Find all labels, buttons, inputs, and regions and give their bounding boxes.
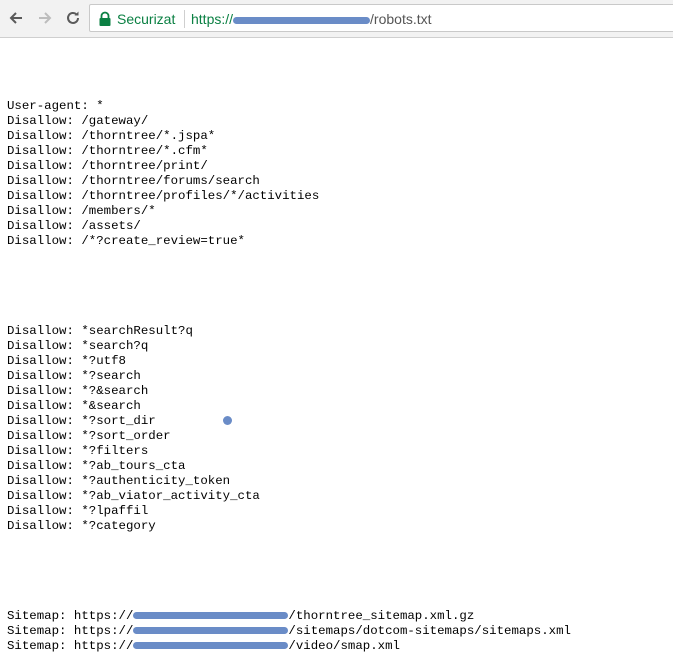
robots-line: Disallow: /thorntree/forums/search [7,174,260,188]
reload-button[interactable] [61,6,85,30]
robots-line: Disallow: *?authenticity_token [7,474,231,488]
robots-line: Disallow: *?lpaffil [7,504,149,518]
url-text[interactable]: https:// /robots.txt [191,11,432,27]
sitemap-path: /sitemaps/dotcom-sitemaps/sitemaps.xml [288,624,571,638]
url-path: /robots.txt [370,11,432,27]
sitemap-line: Sitemap: https:// /video/smap.xml [7,639,571,654]
reload-icon [67,11,79,24]
sitemap-path: /thorntree_sitemap.xml.gz [288,609,475,623]
robots-line: Disallow: /thorntree/*.cfm* [7,144,208,158]
robots-txt-content: User-agent: * Disallow: /gateway/Disallow… [7,69,571,669]
sitemap-line: Sitemap: https:// /sitemaps/dotcom-sitema… [7,624,571,639]
robots-line: User-agent: * [7,99,104,113]
robots-line: Disallow: *?ab_tours_cta [7,459,186,473]
robots-line: Disallow: /thorntree/profiles/*/activiti… [7,189,320,203]
redacted-domain [233,16,371,24]
robots-line: Disallow: *?filters [7,444,149,458]
redacted-domain [133,612,289,620]
rules-block-query: Disallow: *searchResult?q Disallow: *sear… [7,324,571,534]
sitemap-path: /video/smap.xml [288,639,400,653]
back-button[interactable] [4,6,28,30]
forward-button[interactable] [33,6,57,30]
lock-icon [99,11,111,26]
robots-line: Disallow: /thorntree/print/ [7,159,208,173]
robots-line: Disallow: *?sort_order [7,429,171,443]
url-scheme: https:// [191,11,234,27]
redacted-domain [133,642,289,650]
back-arrow-icon [9,12,22,24]
robots-line: Disallow: /thorntree/*.jspa* [7,129,216,143]
robots-line: Disallow: *search?q [7,339,149,353]
address-bar[interactable]: Securizat https:// /robots.txt [89,4,673,32]
robots-line: Disallow: *?utf8 [7,354,126,368]
rules-block-general: User-agent: * Disallow: /gateway/Disallow… [7,99,571,249]
forward-arrow-icon [39,12,52,24]
robots-line: Disallow: *?search [7,369,141,383]
robots-line: Disallow: *searchResult?q [7,324,193,338]
browser-toolbar: Securizat https:// /robots.txt [0,0,673,38]
redaction-dot [223,416,232,425]
robots-line: Disallow: *?category [7,519,156,533]
sitemap-line: Sitemap: https:// /thorntree_sitemap.xml.… [7,609,571,624]
address-divider [184,10,185,28]
robots-line: Disallow: *?ab_viator_activity_cta [7,489,260,503]
robots-line: Disallow: /members/* [7,204,156,218]
sitemap-block: Sitemap: https:// /thorntree_sitemap.xml.… [7,609,571,654]
security-label: Securizat [117,11,176,27]
robots-line: Disallow: *?sort_dir [7,414,156,428]
robots-line: Disallow: /assets/ [7,219,141,233]
robots-line: Disallow: /gateway/ [7,114,149,128]
robots-line: Disallow: *?&search [7,384,149,398]
sitemap-prefix: Sitemap: https:// [7,609,134,623]
robots-line: Disallow: *&search [7,399,141,413]
robots-line: Disallow: /*?create_review=true* [7,234,245,248]
sitemap-prefix: Sitemap: https:// [7,624,134,638]
sitemap-prefix: Sitemap: https:// [7,639,134,653]
redacted-domain [133,627,289,635]
